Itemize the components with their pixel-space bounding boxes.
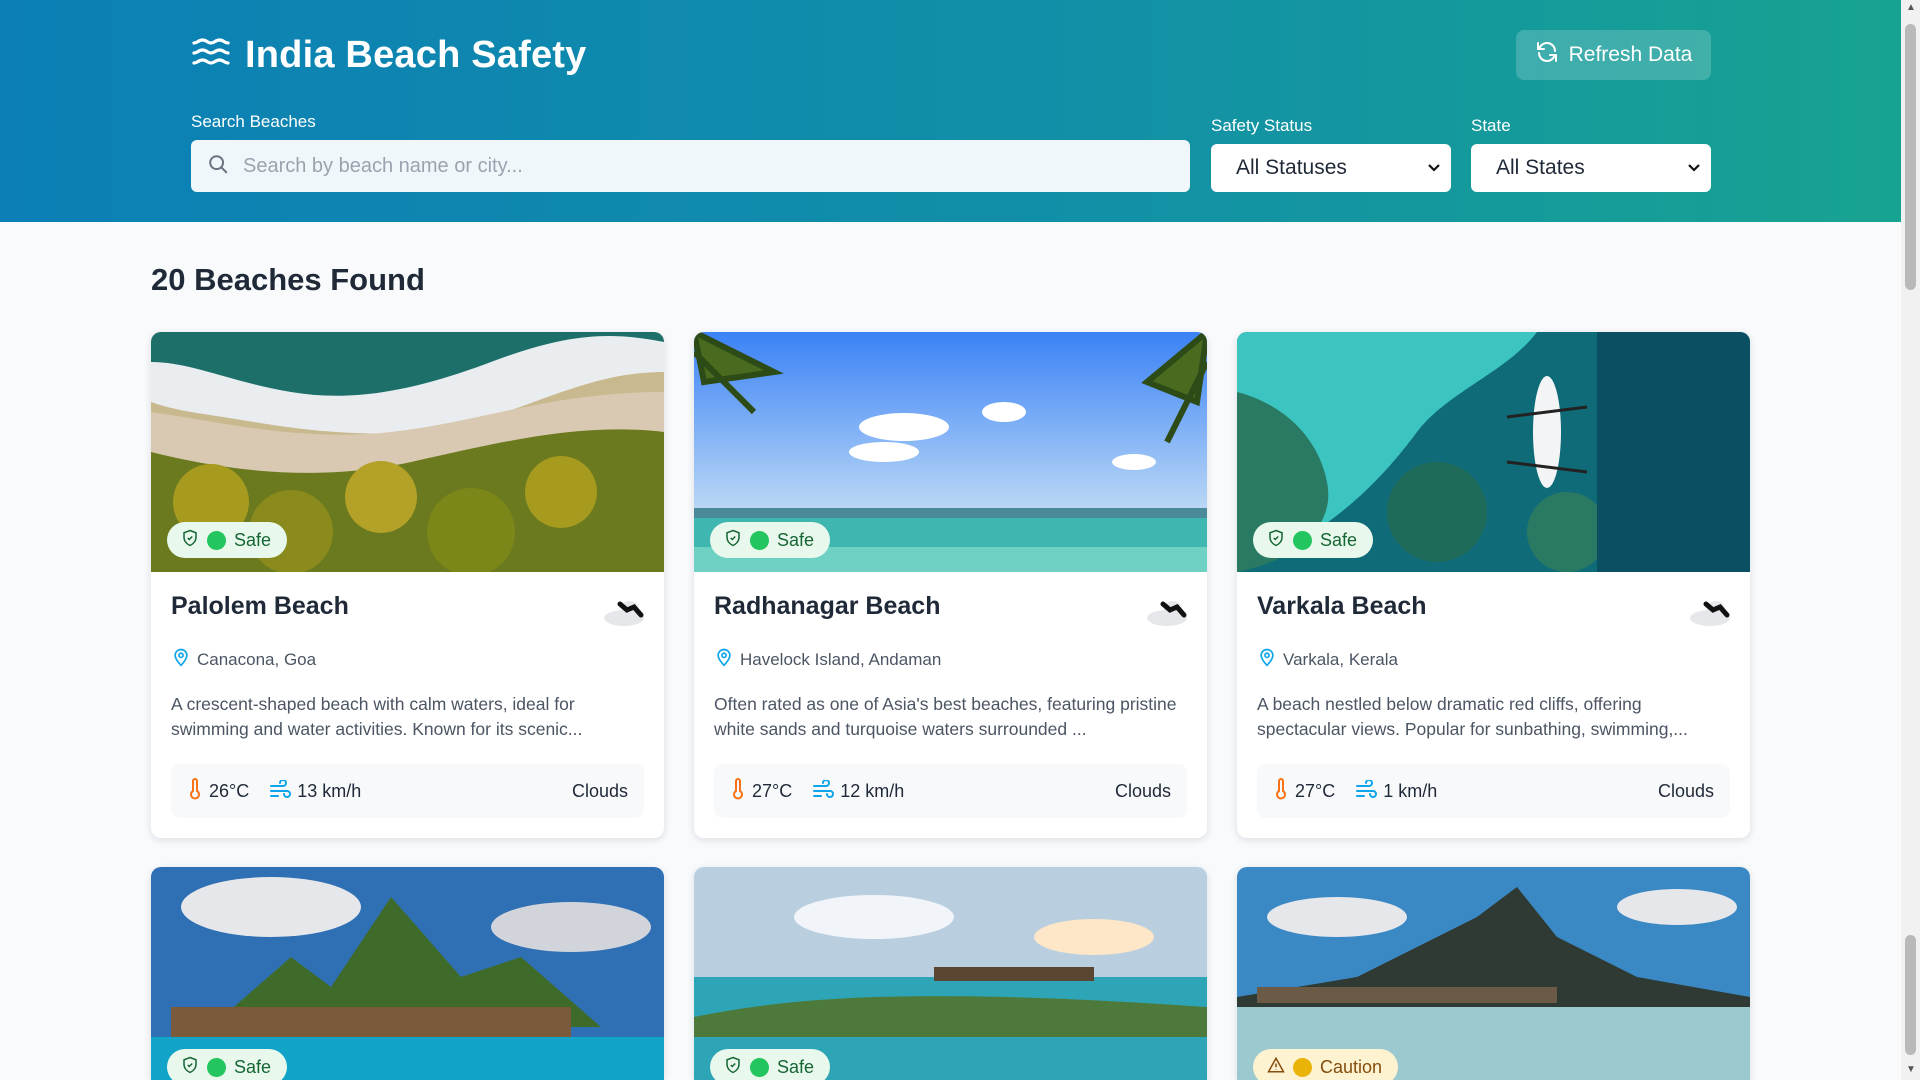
beach-image: Safe [151,332,664,572]
status-badge: Safe [710,1049,831,1080]
weather-stats: 27°C 12 km/h Clouds [714,764,1187,818]
clouds-icon [602,596,646,631]
clouds-icon [1145,596,1189,631]
search-label: Search Beaches [191,112,316,131]
clouds-icon [1688,596,1732,631]
wind-speed: 13 km/h [297,780,362,801]
thermometer-icon [187,777,203,805]
weather-stats: 27°C 1 km/h Clouds [1257,764,1730,818]
shield-icon [724,1056,742,1079]
chevron-down-icon [1427,156,1441,180]
beach-image: Safe [694,867,1207,1080]
status-dot [750,530,769,550]
beach-card[interactable]: Safe Palolem Beach Canacona, Goa A cresc… [151,332,664,838]
weather-condition: Clouds [1114,780,1171,801]
status-text: Safe [777,529,815,550]
status-badge: Safe [710,522,831,558]
beach-image: Safe [1237,332,1750,572]
status-dot [207,1057,226,1077]
location-text: Canacona, Goa [197,649,317,669]
status-badge: Safe [1253,522,1374,558]
beach-location: Varkala, Kerala [1257,647,1730,672]
state-label: State [1471,116,1511,135]
beach-name: Radhanagar Beach [714,592,941,620]
status-text: Safe [1320,529,1358,550]
weather-condition: Clouds [1657,780,1714,801]
safety-status-label: Safety Status [1211,116,1313,135]
refresh-data-button[interactable]: Refresh Data [1516,30,1711,80]
beach-card[interactable]: Safe Radhanagar Beach Havelock Island, A… [694,332,1207,838]
app-title: India Beach Safety [245,34,587,76]
chevron-down-icon [1687,156,1701,180]
search-field[interactable] [191,140,1190,192]
wind-icon [1355,778,1378,803]
beach-image: Safe [151,867,664,1080]
safety-status-value: All Statuses [1236,156,1347,179]
beach-card[interactable]: Safe [151,867,664,1080]
shield-icon [724,529,742,552]
beach-description: Often rated as one of Asia's best beache… [714,694,1177,739]
shield-icon [181,529,199,552]
map-pin-icon [1257,647,1277,672]
map-pin-icon [171,647,191,672]
results-count: 20 Beaches Found [151,262,425,297]
refresh-label: Refresh Data [1568,43,1693,66]
beach-description: A beach nestled below dramatic red cliff… [1257,694,1688,739]
beach-location: Canacona, Goa [171,647,644,672]
temperature: 27°C [1295,780,1336,801]
beach-image: Safe [694,332,1207,572]
scroll-up-icon[interactable]: ▲ [1906,2,1916,13]
status-text: Safe [234,529,272,550]
scroll-thumb[interactable] [1905,24,1916,290]
status-text: Safe [234,1056,272,1077]
status-dot [207,530,226,550]
status-badge: Caution [1253,1049,1399,1080]
scroll-thumb-secondary[interactable] [1905,935,1916,1055]
status-text: Safe [777,1056,815,1077]
beach-image: Caution [1237,867,1750,1080]
shield-icon [181,1056,199,1079]
refresh-icon [1535,40,1559,70]
state-select[interactable]: All States [1471,144,1711,192]
beach-description: A crescent-shaped beach with calm waters… [171,694,583,739]
status-badge: Safe [167,522,288,558]
search-input[interactable] [243,154,1143,178]
status-dot [750,1057,769,1077]
status-badge: Safe [167,1049,288,1080]
state-value: All States [1496,156,1585,179]
waves-icon [191,37,231,74]
search-icon [207,153,229,180]
location-text: Varkala, Kerala [1283,649,1398,669]
thermometer-icon [730,777,746,805]
weather-stats: 26°C 13 km/h Clouds [171,764,644,818]
wind-icon [812,778,835,803]
safety-status-select[interactable]: All Statuses [1211,144,1451,192]
scroll-down-icon[interactable]: ▼ [1906,1064,1916,1075]
beach-name: Varkala Beach [1257,592,1427,620]
weather-condition: Clouds [571,780,628,801]
wind-speed: 12 km/h [840,780,905,801]
warning-icon [1267,1056,1285,1079]
wind-icon [269,778,292,803]
temperature: 26°C [209,780,250,801]
status-text: Caution [1320,1056,1383,1077]
map-pin-icon [714,647,734,672]
temperature: 27°C [752,780,793,801]
brand: India Beach Safety [191,34,587,77]
location-text: Havelock Island, Andaman [740,649,942,669]
beach-name: Palolem Beach [171,592,349,620]
beach-card[interactable]: Safe Varkala Beach Varkala, Kerala A bea… [1237,332,1750,838]
status-dot [1293,1057,1312,1077]
wind-speed: 1 km/h [1383,780,1438,801]
status-dot [1293,530,1312,550]
beach-location: Havelock Island, Andaman [714,647,1187,672]
shield-icon [1267,529,1285,552]
beach-card[interactable]: Caution [1237,867,1750,1080]
app-header: India Beach Safety Refresh Data Search B… [0,0,1901,222]
page-scrollbar[interactable]: ▲ ▼ [1901,0,1920,1080]
thermometer-icon [1273,777,1289,805]
beach-card[interactable]: Safe [694,867,1207,1080]
